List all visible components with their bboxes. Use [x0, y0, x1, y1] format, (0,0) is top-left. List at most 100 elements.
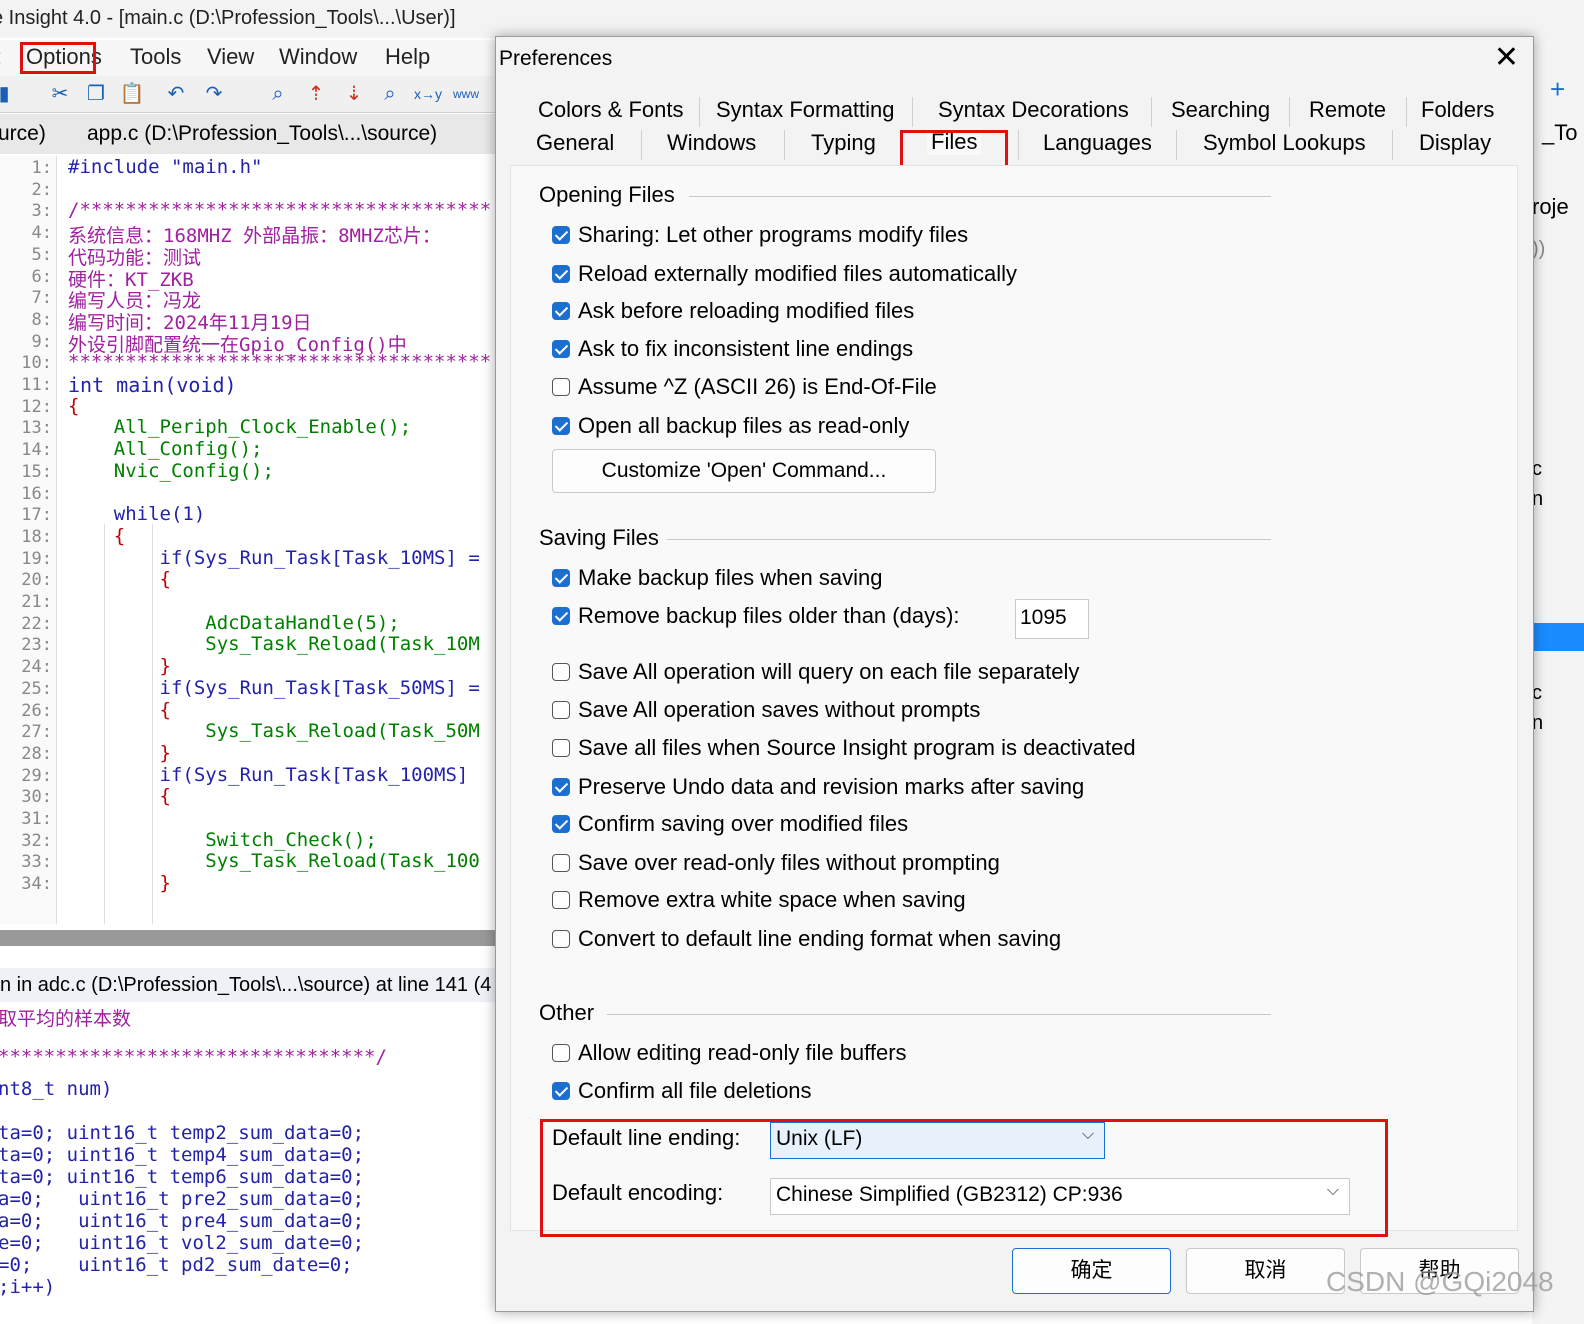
saving-files-heading: Saving Files — [539, 525, 659, 550]
editor-horizontal-scrollbar[interactable] — [0, 930, 500, 946]
tab-display[interactable]: Display — [1415, 130, 1495, 156]
backup-days-input[interactable]: 1095 — [1015, 599, 1089, 639]
code-editor[interactable]: 1: 2: 3: 4: 5: 6: 7: 8: 9: 10: 11: 12: 13: 14: 15: 16: 1… — [0, 156, 500, 924]
checkbox-checked[interactable] — [552, 226, 570, 244]
customize-open-command-button[interactable]: Customize 'Open' Command... — [552, 449, 936, 493]
ok-button[interactable]: 确定 — [1012, 1248, 1171, 1294]
right-fragment: _To — [1542, 120, 1578, 145]
tab-remote[interactable]: Remote — [1305, 97, 1390, 123]
opening-files-heading: Opening Files — [539, 182, 675, 207]
context-window[interactable]: 取平均的样本数 *********************************… — [0, 1004, 500, 1324]
file-tab-app-c[interactable]: app.c (D:\Profession_Tools\...\source) — [87, 122, 437, 146]
checkbox-unchecked[interactable] — [552, 378, 570, 396]
line-number: 12: — [21, 396, 52, 417]
checkbox-unchecked[interactable] — [552, 891, 570, 909]
checkbox-unchecked[interactable] — [552, 739, 570, 757]
checkbox-unchecked[interactable] — [552, 930, 570, 948]
right-selected-row — [1532, 623, 1584, 651]
line-number: 11: — [21, 375, 52, 395]
line-number: 17: — [21, 505, 52, 526]
checkbox-checked[interactable] — [552, 815, 570, 833]
checkbox-checked[interactable] — [552, 569, 570, 587]
file-tab-source[interactable]: urce) — [0, 122, 46, 146]
line-number: 20: — [21, 570, 52, 591]
group-divider — [667, 539, 1271, 540]
menu-window[interactable]: Window — [279, 44, 357, 70]
tab-colors-fonts[interactable]: Colors & Fonts — [534, 97, 688, 123]
watermark: CSDN @GQi2048 — [1326, 1266, 1554, 1297]
right-fragment: roje — [1532, 194, 1569, 219]
code-line: Sys_Task_Reload(Task_100 — [68, 850, 480, 873]
line-number: 25: — [21, 678, 52, 699]
code-line: { — [68, 394, 80, 417]
line-number: 6: — [31, 266, 52, 287]
menu-tools[interactable]: Tools — [130, 44, 181, 70]
tab-syntax-decorations[interactable]: Syntax Decorations — [934, 97, 1133, 123]
checkbox-unchecked[interactable] — [552, 1044, 570, 1062]
search-up-icon[interactable]: ⇡ — [302, 80, 330, 108]
browse-web-icon[interactable]: www — [452, 80, 480, 108]
code-line: } — [68, 741, 171, 764]
close-icon[interactable]: ✕ — [1494, 43, 1519, 73]
line-number: 29: — [21, 765, 52, 786]
replace-icon[interactable]: x→y — [414, 80, 442, 108]
line-number-gutter: 1: 2: 3: 4: 5: 6: 7: 8: 9: 10: 11: 12: 13: 14: 15: 16: 1… — [0, 156, 57, 924]
checkbox-checked[interactable] — [552, 607, 570, 625]
code-line: if(Sys_Run_Task[Task_50MS] = — [68, 676, 480, 699]
checkbox-unchecked[interactable] — [552, 701, 570, 719]
cancel-button[interactable]: 取消 — [1186, 1248, 1345, 1294]
search-down-icon[interactable]: ⇣ — [340, 80, 368, 108]
checkbox-checked[interactable] — [552, 1082, 570, 1100]
line-number: 24: — [21, 657, 52, 678]
search-files-icon[interactable]: ⌕ — [376, 80, 404, 108]
tab-general[interactable]: General — [532, 130, 618, 156]
add-icon[interactable]: + — [1550, 74, 1565, 105]
checkbox-unchecked[interactable] — [552, 854, 570, 872]
context-line: 取平均的样本数 — [0, 1008, 132, 1030]
checkbox-checked[interactable] — [552, 265, 570, 283]
context-line: ta=0; uint16_t temp2_sum_data=0; — [0, 1122, 365, 1144]
indent-guide — [104, 524, 105, 924]
tab-searching[interactable]: Searching — [1167, 97, 1274, 123]
code-line: } — [68, 872, 171, 895]
tab-symbol-lookups[interactable]: Symbol Lookups — [1199, 130, 1370, 156]
toolbar: ▮ ✂ ❐ 📋 ↶ ↷ ⌕ ⇡ ⇣ ⌕ x→y www — [0, 76, 500, 113]
line-number: 5: — [31, 244, 52, 265]
checkbox-checked[interactable] — [552, 778, 570, 796]
line-number: 16: — [21, 483, 52, 504]
tab-folders[interactable]: Folders — [1417, 97, 1498, 123]
checkbox-label: Save all files when Source Insight progr… — [578, 735, 1136, 760]
cut-icon[interactable]: ✂ — [46, 80, 74, 108]
line-number: 8: — [31, 309, 52, 330]
tab-separator — [641, 130, 642, 160]
tab-syntax-formatting[interactable]: Syntax Formatting — [712, 97, 899, 123]
copy-icon[interactable]: ❐ — [82, 80, 110, 108]
tab-separator — [699, 97, 700, 127]
checkbox-label: Ask before reloading modified files — [578, 298, 915, 323]
tab-windows[interactable]: Windows — [663, 130, 760, 156]
undo-icon[interactable]: ↶ — [162, 80, 190, 108]
menu-help[interactable]: Help — [385, 44, 430, 70]
checkbox-checked[interactable] — [552, 340, 570, 358]
checkbox-label: Save All operation saves without prompts — [578, 697, 981, 722]
context-line: e=0; uint16_t vol2_sum_date=0; — [0, 1232, 365, 1254]
checkbox-checked[interactable] — [552, 302, 570, 320]
line-number: 2: — [31, 179, 52, 200]
tab-languages[interactable]: Languages — [1039, 130, 1156, 156]
checkbox-label: Allow editing read-only file buffers — [578, 1040, 907, 1065]
line-number: 3: — [31, 201, 52, 222]
checkbox-unchecked[interactable] — [552, 663, 570, 681]
tab-typing[interactable]: Typing — [807, 130, 880, 156]
redo-icon[interactable]: ↷ — [200, 80, 228, 108]
checkbox-checked[interactable] — [552, 417, 570, 435]
save-icon[interactable]: ▮ — [0, 80, 18, 108]
line-number: 33: — [21, 852, 52, 873]
code-line: { — [68, 524, 126, 547]
line-number: 26: — [21, 700, 52, 721]
tab-separator — [1289, 97, 1290, 127]
other-heading: Other — [539, 1000, 595, 1025]
find-icon[interactable]: ⌕ — [264, 80, 292, 108]
options-highlight-box — [20, 42, 96, 74]
menu-view[interactable]: View — [207, 44, 254, 70]
paste-icon[interactable]: 📋 — [118, 80, 146, 108]
